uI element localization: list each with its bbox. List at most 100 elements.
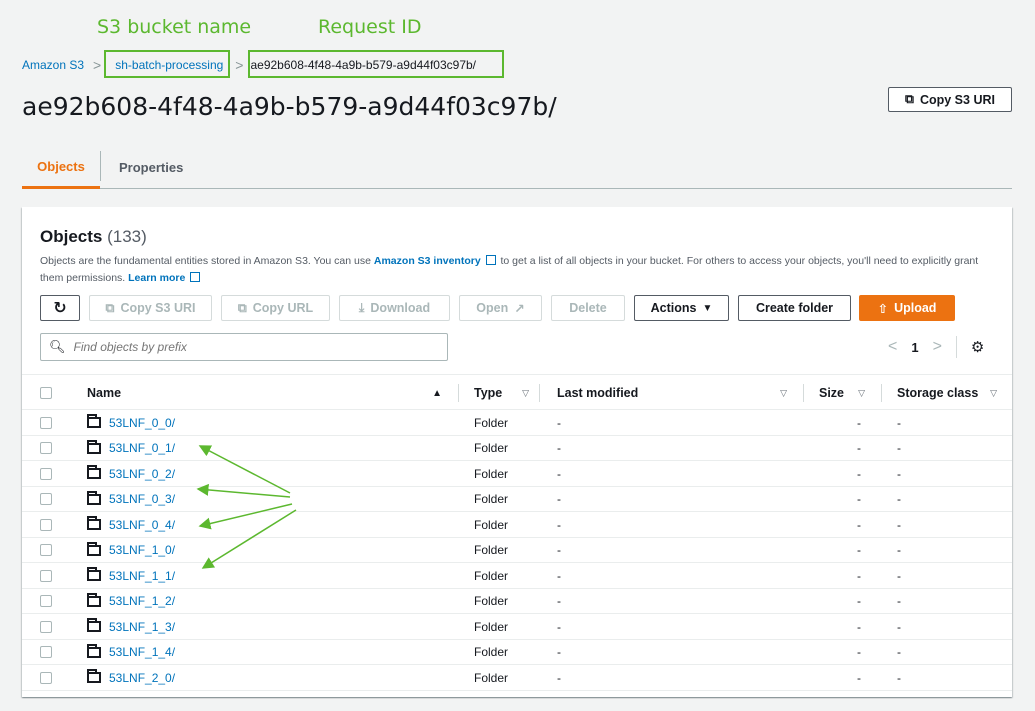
row-storage-class: - bbox=[897, 645, 901, 660]
open-button[interactable]: Open ↗ bbox=[459, 295, 542, 321]
tab-properties[interactable]: Properties bbox=[119, 147, 183, 187]
row-last-modified: - bbox=[557, 670, 561, 685]
refresh-icon: ↻ bbox=[53, 300, 67, 317]
object-name-link[interactable]: 53LNF_2_0/ bbox=[109, 671, 175, 685]
learn-more-link[interactable]: Learn more bbox=[128, 272, 185, 284]
table-row[interactable]: 53LNF_1_2/ Folder - - - bbox=[22, 589, 1012, 614]
objects-heading: Objects (133) bbox=[40, 227, 147, 247]
copy-url-label: Copy URL bbox=[252, 301, 314, 315]
folder-icon bbox=[87, 414, 101, 429]
row-storage-class: - bbox=[897, 543, 901, 558]
row-storage-class: - bbox=[897, 670, 901, 685]
object-name-link[interactable]: 53LNF_0_1/ bbox=[109, 441, 175, 455]
row-checkbox[interactable] bbox=[40, 416, 52, 429]
select-all-checkbox[interactable] bbox=[40, 387, 52, 399]
row-storage-class: - bbox=[897, 619, 901, 634]
object-name-link[interactable]: 53LNF_0_4/ bbox=[109, 518, 175, 532]
table-row[interactable]: 53LNF_0_4/ Folder - - - bbox=[22, 512, 1012, 538]
column-type-label: Type bbox=[474, 386, 503, 400]
column-last-modified[interactable]: Last modified ▽ bbox=[557, 375, 787, 411]
row-checkbox[interactable] bbox=[40, 620, 52, 633]
row-select-cell bbox=[40, 461, 52, 487]
row-type: Folder bbox=[474, 645, 509, 660]
sort-asc-icon: ▲ bbox=[432, 387, 442, 399]
object-name-link[interactable]: 53LNF_1_4/ bbox=[109, 645, 175, 659]
column-name[interactable]: Name ▲ bbox=[87, 375, 442, 411]
delete-label: Delete bbox=[569, 301, 607, 315]
column-size[interactable]: Size ▽ bbox=[819, 375, 865, 411]
table-row[interactable]: 53LNF_0_0/ Folder - - - bbox=[22, 410, 1012, 436]
row-storage-class: - bbox=[897, 415, 901, 430]
chevron-right-icon[interactable]: > bbox=[933, 338, 942, 356]
tab-bar: Objects Properties bbox=[22, 147, 1012, 189]
row-select-cell bbox=[40, 614, 52, 640]
column-divider bbox=[539, 384, 540, 402]
copy-url-button[interactable]: ⧉ Copy URL bbox=[221, 295, 330, 321]
row-size: - bbox=[857, 441, 861, 456]
breadcrumb-bucket[interactable]: sh-batch-processing bbox=[115, 58, 223, 72]
row-type: Folder bbox=[474, 492, 509, 507]
breadcrumb-amazon-s3[interactable]: Amazon S3 bbox=[22, 58, 84, 72]
object-name-link[interactable]: 53LNF_1_2/ bbox=[109, 594, 175, 608]
column-storage-class[interactable]: Storage class ▽ bbox=[897, 375, 997, 411]
row-checkbox[interactable] bbox=[40, 467, 52, 480]
table-row[interactable]: 53LNF_0_1/ Folder - - - bbox=[22, 436, 1012, 461]
row-checkbox[interactable] bbox=[40, 442, 52, 455]
row-size: - bbox=[857, 670, 861, 685]
row-checkbox[interactable] bbox=[40, 646, 52, 659]
table-row[interactable]: 53LNF_2_0/ Folder - - - bbox=[22, 665, 1012, 691]
create-folder-button[interactable]: Create folder bbox=[738, 295, 851, 321]
folder-icon bbox=[87, 490, 101, 505]
table-row[interactable]: 53LNF_1_1/ Folder - - - bbox=[22, 563, 1012, 589]
row-size: - bbox=[857, 568, 861, 583]
table-row[interactable]: 53LNF_1_3/ Folder - - - bbox=[22, 614, 1012, 640]
object-name-link[interactable]: 53LNF_0_2/ bbox=[109, 467, 175, 481]
objects-panel: Objects (133) Objects are the fundamenta… bbox=[22, 207, 1012, 697]
row-checkbox[interactable] bbox=[40, 671, 52, 684]
column-type[interactable]: Type ▽ bbox=[474, 375, 529, 411]
inventory-link[interactable]: Amazon S3 inventory bbox=[374, 255, 481, 267]
breadcrumb-current: ae92b608-4f48-4a9b-b579-a9d44f03c97b/ bbox=[250, 58, 477, 72]
row-checkbox[interactable] bbox=[40, 493, 52, 506]
refresh-button[interactable]: ↻ bbox=[40, 295, 80, 321]
row-checkbox[interactable] bbox=[40, 518, 52, 531]
actions-dropdown[interactable]: Actions ▼ bbox=[634, 295, 729, 321]
upload-button[interactable]: ⇧ Upload bbox=[859, 295, 955, 321]
row-type: Folder bbox=[474, 619, 509, 634]
object-name-link[interactable]: 53LNF_0_3/ bbox=[109, 492, 175, 506]
folder-icon bbox=[87, 618, 101, 633]
download-icon: ⤓ bbox=[358, 300, 365, 315]
objects-description: Objects are the fundamental entities sto… bbox=[40, 253, 990, 287]
row-checkbox[interactable] bbox=[40, 569, 52, 582]
search-input[interactable] bbox=[73, 340, 434, 354]
external-link-icon: ↗ bbox=[514, 301, 525, 316]
row-size: - bbox=[857, 619, 861, 634]
row-last-modified: - bbox=[557, 441, 561, 456]
object-name-link[interactable]: 53LNF_0_0/ bbox=[109, 416, 175, 430]
row-checkbox[interactable] bbox=[40, 544, 52, 557]
object-name-link[interactable]: 53LNF_1_0/ bbox=[109, 543, 175, 557]
row-size: - bbox=[857, 492, 861, 507]
chevron-left-icon[interactable]: < bbox=[888, 338, 897, 356]
delete-button[interactable]: Delete bbox=[551, 295, 625, 321]
tab-objects[interactable]: Objects bbox=[22, 147, 100, 189]
table-row[interactable]: 53LNF_0_3/ Folder - - - bbox=[22, 487, 1012, 512]
upload-label: Upload bbox=[894, 301, 937, 315]
objects-count: (133) bbox=[107, 227, 147, 246]
desc-text-1: Objects are the fundamental entities sto… bbox=[40, 255, 374, 267]
page-number[interactable]: 1 bbox=[911, 340, 918, 355]
table-row[interactable]: 53LNF_0_2/ Folder - - - bbox=[22, 461, 1012, 487]
row-checkbox[interactable] bbox=[40, 595, 52, 608]
table-row[interactable]: 53LNF_1_4/ Folder - - - bbox=[22, 640, 1012, 665]
table-row[interactable]: 53LNF_1_0/ Folder - - - bbox=[22, 538, 1012, 564]
gear-icon[interactable]: ⚙ bbox=[971, 338, 984, 356]
download-button[interactable]: ⤓ Download bbox=[339, 295, 450, 321]
copy-s3-uri-button[interactable]: ⧉ Copy S3 URI bbox=[888, 87, 1012, 112]
row-select-cell bbox=[40, 538, 52, 564]
page-title: ae92b608-4f48-4a9b-b579-a9d44f03c97b/ bbox=[22, 92, 557, 121]
object-name-link[interactable]: 53LNF_1_1/ bbox=[109, 569, 175, 583]
download-label: Download bbox=[370, 301, 431, 315]
copy-s3-uri-toolbar-button[interactable]: ⧉ Copy S3 URI bbox=[89, 295, 212, 321]
object-name-link[interactable]: 53LNF_1_3/ bbox=[109, 620, 175, 634]
column-divider bbox=[803, 384, 804, 402]
